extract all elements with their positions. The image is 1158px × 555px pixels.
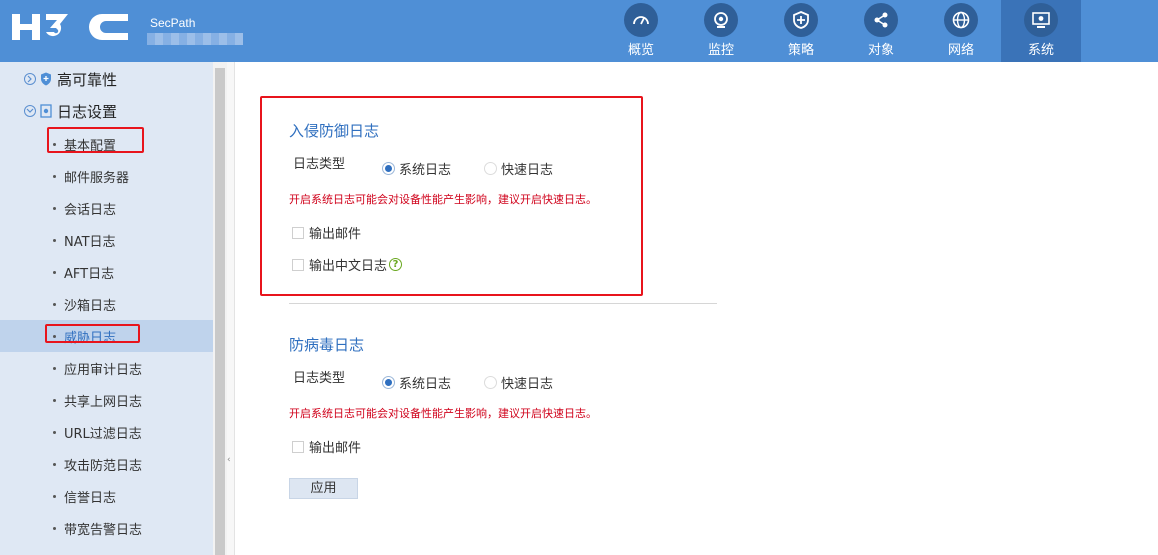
sidebar-item-label: 会话日志 — [64, 202, 117, 218]
sidebar-item-label: 共享上网日志 — [64, 394, 143, 410]
camera-icon — [704, 3, 738, 37]
sidebar-item-label: 带宽告警日志 — [64, 522, 143, 538]
gauge-icon — [624, 3, 658, 37]
nav-monitor[interactable]: 监控 — [681, 0, 761, 62]
av-log-title: 防病毒日志 — [289, 336, 365, 354]
sidebar-item-attack-defense-log[interactable]: 攻击防范日志 — [0, 448, 213, 480]
sidebar-scrollbar[interactable] — [213, 62, 227, 555]
sidebar-group-label: 日志设置 — [57, 102, 118, 121]
radio-label: 快速日志 — [501, 377, 554, 392]
sidebar-item-mail-server[interactable]: 邮件服务器 — [0, 160, 213, 192]
nav-label: 对象 — [867, 43, 894, 58]
collapse-icon[interactable] — [24, 105, 36, 117]
sidebar-item-aft-log[interactable]: AFT日志 — [0, 256, 213, 288]
device-name-redacted — [147, 33, 243, 45]
sidebar-item-sandbox-log[interactable]: 沙箱日志 — [0, 288, 213, 320]
collapse-sidebar-icon[interactable]: ‹ — [227, 455, 233, 475]
av-log-type-label: 日志类型 — [293, 371, 346, 386]
bullet-icon — [53, 302, 56, 306]
checkbox-icon[interactable] — [292, 440, 304, 453]
bullet-icon — [53, 494, 56, 498]
nav-network[interactable]: 网络 — [921, 0, 1001, 62]
bullet-icon — [53, 398, 56, 402]
share-icon — [864, 3, 898, 37]
monitor-gear-icon — [1024, 3, 1058, 37]
sidebar-item-nat-log[interactable]: NAT日志 — [0, 224, 213, 256]
bullet-icon — [53, 430, 56, 434]
sidebar-group-label: 高可靠性 — [57, 70, 118, 89]
product-name: SecPath — [150, 16, 196, 30]
highlight-box-ips — [260, 96, 643, 296]
expand-icon[interactable] — [24, 73, 36, 85]
panel-divider — [227, 62, 235, 555]
sidebar-item-shared-access-log[interactable]: 共享上网日志 — [0, 384, 213, 416]
highlight-box-threat-log — [45, 324, 140, 343]
scrollbar-thumb[interactable] — [215, 68, 225, 555]
sidebar-item-label: 应用审计日志 — [64, 362, 143, 378]
sidebar-item-label: 沙箱日志 — [64, 298, 117, 314]
sidebar-item-label: URL过滤日志 — [64, 426, 142, 442]
bullet-icon — [53, 366, 56, 370]
nav-policy[interactable]: 策略 — [761, 0, 841, 62]
highlight-box-basic-config — [47, 127, 144, 153]
nav-system[interactable]: 系统 — [1001, 0, 1081, 62]
bullet-icon — [53, 462, 56, 466]
globe-icon — [944, 3, 978, 37]
top-header: SecPath 概览 监控 策略 对象 网络 系统 — [0, 0, 1158, 62]
radio-unselected-icon[interactable] — [484, 376, 497, 389]
nav-label: 策略 — [787, 43, 814, 58]
h3c-logo — [12, 14, 128, 40]
av-radio-fast-log[interactable]: 快速日志 — [484, 373, 553, 392]
nav-label: 系统 — [1027, 43, 1054, 58]
sidebar-item-label: 信誉日志 — [64, 490, 117, 506]
sidebar-item-reputation-log[interactable]: 信誉日志 — [0, 480, 213, 512]
bullet-icon — [53, 526, 56, 530]
nav-label: 网络 — [947, 43, 974, 58]
sidebar-item-app-audit-log[interactable]: 应用审计日志 — [0, 352, 213, 384]
nav-objects[interactable]: 对象 — [841, 0, 921, 62]
sidebar-item-url-filter-log[interactable]: URL过滤日志 — [0, 416, 213, 448]
av-warning-text: 开启系统日志可能会对设备性能产生影响，建议开启快速日志。 — [289, 407, 597, 420]
section-divider — [289, 303, 717, 304]
shield-icon — [41, 72, 51, 86]
sidebar-item-label: 攻击防范日志 — [64, 458, 143, 474]
sidebar-item-session-log[interactable]: 会话日志 — [0, 192, 213, 224]
av-check-output-mail[interactable]: 输出邮件 — [292, 437, 361, 456]
bullet-icon — [53, 238, 56, 242]
nav-label: 概览 — [627, 43, 654, 58]
nav-overview[interactable]: 概览 — [601, 0, 681, 62]
sidebar-item-bandwidth-alarm-log[interactable]: 带宽告警日志 — [0, 512, 213, 544]
bullet-icon — [53, 206, 56, 210]
checkbox-label: 输出邮件 — [309, 441, 362, 456]
shield-icon — [784, 3, 818, 37]
bullet-icon — [53, 174, 56, 178]
log-settings-icon — [40, 104, 52, 118]
sidebar-group-log-settings[interactable]: 日志设置 — [24, 100, 117, 122]
sidebar-item-label: 邮件服务器 — [64, 170, 130, 186]
nav-label: 监控 — [707, 43, 734, 58]
av-radio-system-log[interactable]: 系统日志 — [382, 373, 451, 392]
radio-label: 系统日志 — [399, 377, 452, 392]
sidebar-item-label: AFT日志 — [64, 266, 115, 282]
bullet-icon — [53, 270, 56, 274]
apply-button[interactable]: 应用 — [289, 478, 358, 499]
radio-selected-icon[interactable] — [382, 376, 395, 389]
sidebar-item-label: NAT日志 — [64, 234, 116, 250]
sidebar-group-ha[interactable]: 高可靠性 — [24, 68, 117, 90]
